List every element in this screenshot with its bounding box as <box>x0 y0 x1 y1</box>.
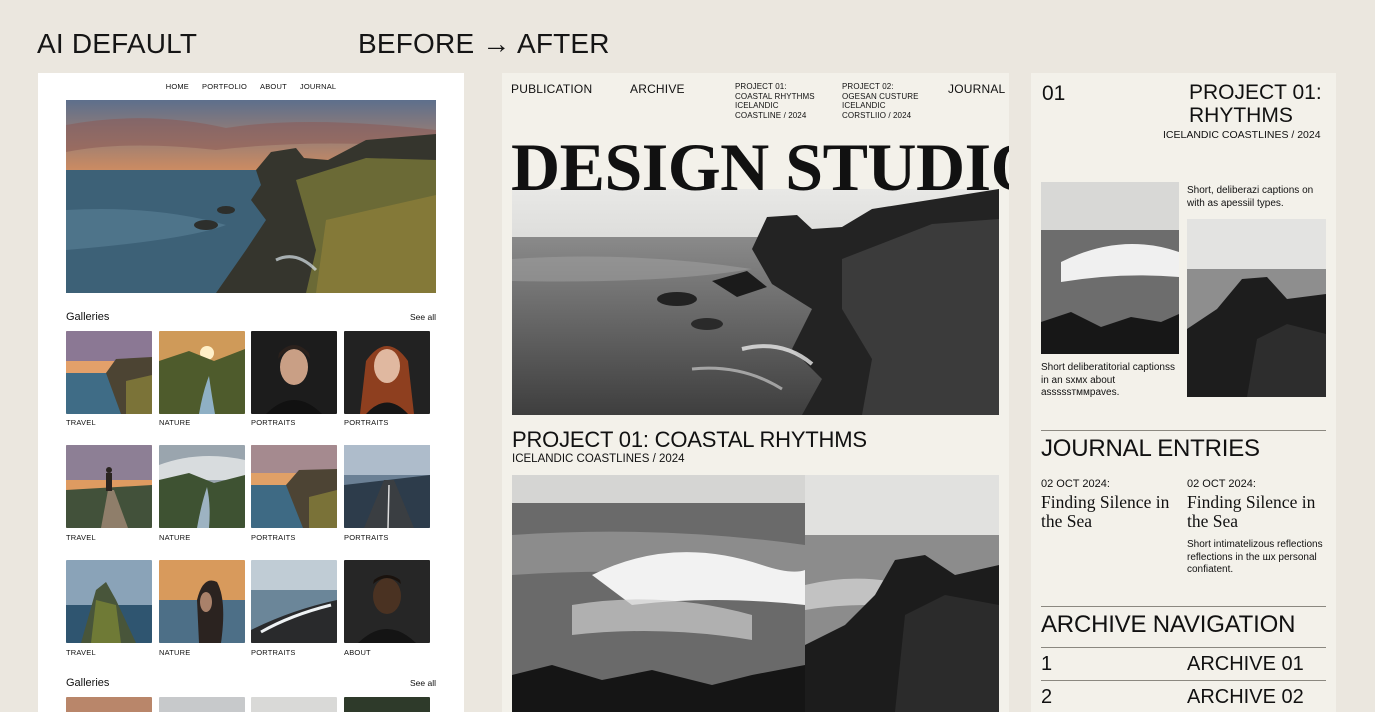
photo-bw-wave <box>512 475 805 712</box>
divider <box>1041 647 1326 648</box>
nav-journal-link[interactable]: JOURNAL <box>300 82 336 91</box>
journal-entry-date: 02 OCT 2024: <box>1187 478 1256 490</box>
project-title: PROJECT 01: COASTAL RHYTHMS <box>512 427 867 452</box>
journal-entry-title-link[interactable]: Finding Silence in the Sea <box>1187 493 1322 531</box>
see-all-link[interactable]: See all <box>410 678 436 688</box>
thumb-label: PORTRAITS <box>251 533 296 542</box>
thumb-label: ABOUT <box>344 648 371 657</box>
photo-bw-rocks <box>805 475 999 712</box>
nav-project-02-line: CORSTLIIO / 2024 <box>842 110 912 120</box>
archive-02-link[interactable]: ARCHIVE 02 <box>1187 686 1304 709</box>
journal-entries-heading: JOURNAL ENTRIES <box>1041 435 1260 462</box>
design-studio-headline: DESIGN STUDIO <box>511 129 1009 205</box>
galleries-title: Galleries <box>66 311 110 323</box>
journal-entry-date: 02 OCT 2024: <box>1041 478 1110 490</box>
nav-project-02-line: PROJECT 02: <box>842 82 894 91</box>
gallery-thumb-travel-coast[interactable] <box>66 331 152 414</box>
journal-entry-title-link[interactable]: Finding Silence in the Sea <box>1041 493 1176 531</box>
thumb-label: PORTRAITS <box>251 648 296 657</box>
gallery-thumb-partial[interactable] <box>66 697 152 712</box>
photo-caption: Short deliberatitorial captionss in an ѕ… <box>1041 362 1175 398</box>
archive-row-number[interactable]: 2 <box>1041 686 1052 709</box>
galleries-title: Galleries <box>66 677 110 689</box>
after-project-detail-page: 01 PROJECT 01: RHYTHMS ICELANDIC COASTLI… <box>1031 73 1336 712</box>
ai-default-page-mockup: HOME PORTFOLIO ABOUT JOURNAL Galleries S… <box>38 73 464 712</box>
photo-bw-rocks-small <box>1187 219 1326 397</box>
journal-entry-excerpt: Short intimatelizous reflections reflect… <box>1187 539 1323 575</box>
nav-project-01-line: PROJECT 01: <box>735 82 787 91</box>
project-number: 01 <box>1042 82 1066 105</box>
archive-navigation-heading: ARCHIVE NAVIGATION <box>1041 611 1296 638</box>
gallery-thumb-portrait-coast[interactable] <box>251 445 337 528</box>
thumb-label: PORTRAITS <box>344 418 389 427</box>
thumb-label: TRAVEL <box>66 648 96 657</box>
thumb-label: TRAVEL <box>66 533 96 542</box>
thumb-label: PORTRAITS <box>251 418 296 427</box>
gallery-thumb-portrait-road[interactable] <box>344 445 430 528</box>
nav-project-02-link[interactable]: PROJECT 02: OGESAN CUSTURE ICELANDIC COR… <box>842 82 919 120</box>
before-after-heading: BEFORE → AFTER <box>358 28 610 59</box>
nav-project-01-line: ICELANDIC <box>735 101 779 110</box>
project-title: PROJECT 01: RHYTHMS <box>1189 81 1329 127</box>
project-subtitle: ICELANDIC COASTLINES / 2024 <box>512 453 685 465</box>
hero-image-sunset-coast <box>66 100 436 293</box>
project-title-line: PROJECT 01: <box>1189 81 1322 104</box>
top-nav: HOME PORTFOLIO ABOUT JOURNAL <box>38 82 464 91</box>
thumb-label: NATURE <box>159 648 191 657</box>
nav-project-02-line: OGESAN CUSTURE <box>842 91 919 101</box>
gallery-thumb-travel-boardwalk[interactable] <box>66 445 152 528</box>
thumb-label: PORTRAITS <box>344 533 389 542</box>
divider <box>1041 680 1326 681</box>
nav-publication-link[interactable]: PUBLICATION <box>511 82 592 96</box>
gallery-thumb-nature-profile[interactable] <box>159 560 245 643</box>
project-title-line: RHYTHMS <box>1189 104 1293 127</box>
nav-home-link[interactable]: HOME <box>166 82 189 91</box>
gallery-thumb-partial[interactable] <box>159 697 245 712</box>
thumb-label: NATURE <box>159 418 191 427</box>
gallery-thumb-portrait-redhead[interactable] <box>344 331 430 414</box>
nav-project-01-line: COASTAL RHYTHMS <box>735 91 815 101</box>
gallery-thumb-portrait-woman[interactable] <box>251 331 337 414</box>
archive-01-link[interactable]: ARCHIVE 01 <box>1187 653 1304 676</box>
gallery-thumb-travel-sea-stack[interactable] <box>66 560 152 643</box>
hero-photo-bw-coastline <box>512 189 999 415</box>
project-subtitle: ICELANDIC COASTLINES / 2024 <box>1163 129 1321 141</box>
gallery-thumb-about-portrait[interactable] <box>344 560 430 643</box>
nav-about-link[interactable]: ABOUT <box>260 82 287 91</box>
nav-project-01-line: COASTLINE / 2024 <box>735 110 807 120</box>
see-all-link[interactable]: See all <box>410 312 436 322</box>
photo-caption: Short, deliberazi captions on with as ap… <box>1187 185 1314 209</box>
gallery-thumb-partial[interactable] <box>344 697 430 712</box>
nav-journal-link[interactable]: JOURNAL <box>948 82 1005 96</box>
divider <box>1041 606 1326 607</box>
archive-row-number[interactable]: 1 <box>1041 653 1052 676</box>
gallery-thumb-portrait-black-sand[interactable] <box>251 560 337 643</box>
thumb-label: TRAVEL <box>66 418 96 427</box>
photo-bw-wave-small <box>1041 182 1179 354</box>
divider <box>1041 430 1326 431</box>
before-heading: AI DEFAULT <box>37 28 198 59</box>
gallery-thumb-nature-river[interactable] <box>159 445 245 528</box>
gallery-thumb-nature-valley[interactable] <box>159 331 245 414</box>
nav-project-01-link[interactable]: PROJECT 01: COASTAL RHYTHMS ICELANDIC CO… <box>735 82 815 120</box>
nav-portfolio-link[interactable]: PORTFOLIO <box>202 82 247 91</box>
gallery-thumb-partial[interactable] <box>251 697 337 712</box>
after-editorial-page: PUBLICATION ARCHIVE PROJECT 01: COASTAL … <box>502 73 1009 712</box>
thumb-label: NATURE <box>159 533 191 542</box>
nav-project-02-line: ICELANDIC <box>842 101 886 110</box>
nav-archive-link[interactable]: ARCHIVE <box>630 82 685 96</box>
